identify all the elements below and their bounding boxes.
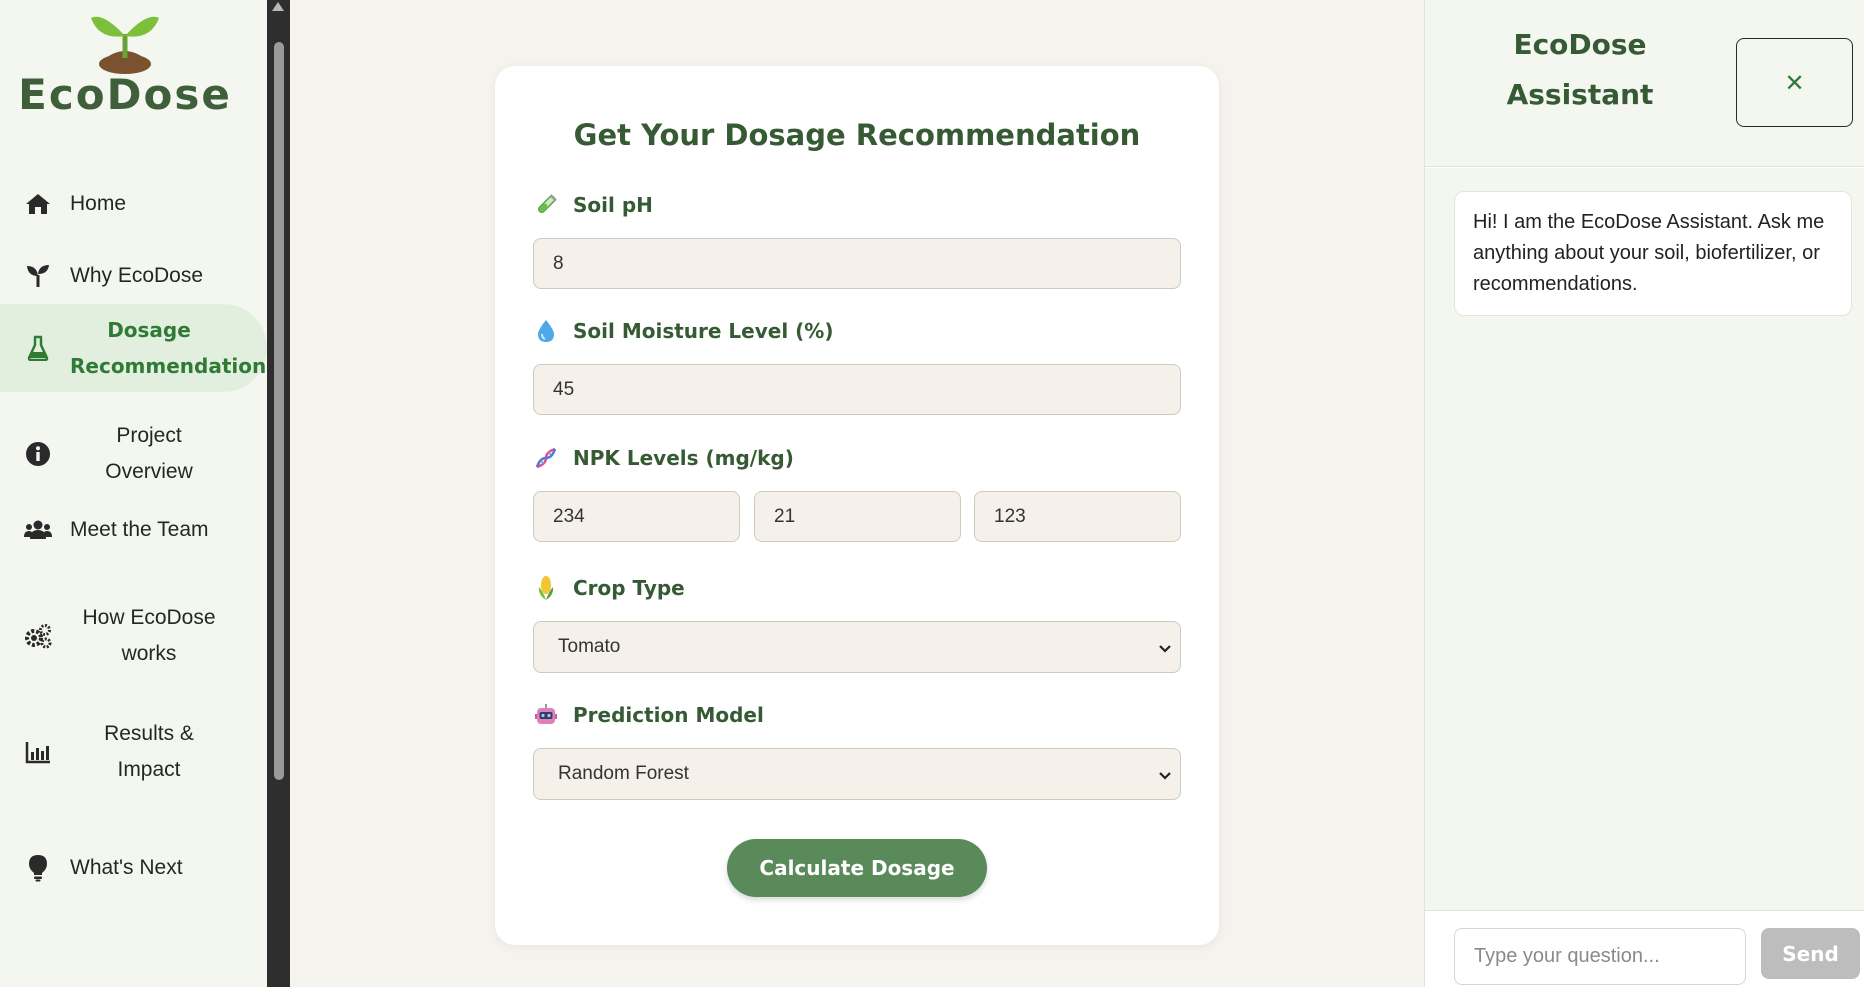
- calculate-dosage-button[interactable]: Calculate Dosage: [727, 839, 987, 897]
- npk-levels-label: NPK Levels (mg/kg): [533, 445, 794, 471]
- scroll-up-arrow-icon[interactable]: [272, 2, 284, 11]
- home-icon: [24, 190, 52, 218]
- prediction-model-selected-value: Random Forest: [558, 763, 689, 784]
- close-icon: ✕: [1784, 68, 1805, 97]
- crop-type-selected-value: Tomato: [558, 636, 621, 657]
- npk-k-input[interactable]: 123: [974, 491, 1181, 542]
- send-button[interactable]: Send: [1761, 928, 1860, 979]
- sidebar-item-label: How EcoDose works: [70, 600, 228, 672]
- question-input[interactable]: Type your question...: [1454, 928, 1746, 985]
- info-icon: [24, 440, 52, 468]
- sidebar-item-label-line2: Impact: [117, 758, 181, 781]
- sprout-icon: [24, 262, 52, 290]
- sidebar-item-label: Project Overview: [70, 418, 228, 490]
- sidebar: EcoDose Home Why EcoDose Dosage Recommen…: [0, 0, 267, 987]
- sidebar-item-label: Dosage Recommendation: [70, 312, 266, 384]
- soil-moisture-value: 45: [553, 378, 575, 400]
- npk-k-value: 123: [994, 505, 1026, 527]
- corn-icon: [533, 575, 559, 601]
- crop-type-label: Crop Type: [533, 575, 685, 601]
- sidebar-scrollbar[interactable]: [267, 0, 290, 987]
- npk-n-input[interactable]: 234: [533, 491, 740, 542]
- sidebar-item-label-line1: Project: [116, 424, 182, 447]
- sidebar-item-label: Meet the Team: [70, 518, 209, 541]
- robot-icon: [533, 702, 559, 728]
- assistant-greeting-message: Hi! I am the EcoDose Assistant. Ask me a…: [1454, 191, 1852, 316]
- sidebar-item-label-line2: Overview: [105, 460, 193, 483]
- test-tube-icon: [533, 192, 559, 218]
- dosage-form-card: Get Your Dosage Recommendation Soil pH 8…: [495, 66, 1219, 945]
- assistant-input-bar: Type your question... Send: [1425, 910, 1864, 987]
- sidebar-item-how-ecodose-works[interactable]: How EcoDose works: [0, 598, 267, 674]
- page-title: Get Your Dosage Recommendation: [573, 118, 1141, 152]
- assistant-title-line1: EcoDose: [1513, 28, 1647, 61]
- scroll-thumb[interactable]: [274, 42, 284, 780]
- chevron-down-icon: [1158, 767, 1172, 789]
- crop-type-label-text: Crop Type: [573, 576, 685, 600]
- sidebar-item-results-impact[interactable]: Results & Impact: [0, 714, 267, 790]
- sidebar-item-label-line2: works: [121, 642, 177, 665]
- assistant-title-line2: Assistant: [1506, 78, 1654, 111]
- sidebar-item-label-line1: Dosage: [107, 318, 191, 342]
- sprout-logo-icon: [91, 16, 159, 74]
- npk-levels-label-text: NPK Levels (mg/kg): [573, 446, 794, 470]
- water-drop-icon: [533, 318, 559, 344]
- assistant-chat-body: Hi! I am the EcoDose Assistant. Ask me a…: [1425, 168, 1864, 910]
- flask-icon: [24, 334, 52, 362]
- sidebar-item-label-line2: Recommendation: [70, 354, 267, 378]
- team-icon: [24, 516, 52, 544]
- soil-ph-label-text: Soil pH: [573, 193, 653, 217]
- sidebar-item-home[interactable]: Home: [0, 184, 267, 224]
- assistant-header: EcoDose Assistant ✕: [1425, 0, 1864, 167]
- assistant-title: EcoDose Assistant: [1485, 20, 1675, 120]
- soil-ph-label: Soil pH: [533, 192, 653, 218]
- lightbulb-icon: [24, 854, 52, 882]
- sidebar-item-label-line1: Results &: [104, 722, 194, 745]
- sidebar-item-label-line1: How EcoDose: [82, 606, 216, 629]
- soil-moisture-label: Soil Moisture Level (%): [533, 318, 833, 344]
- npk-n-value: 234: [553, 505, 585, 527]
- soil-ph-value: 8: [553, 252, 564, 274]
- chart-icon: [24, 738, 52, 766]
- sidebar-item-why-ecodose[interactable]: Why EcoDose: [0, 256, 267, 296]
- soil-moisture-input[interactable]: 45: [533, 364, 1181, 415]
- dna-icon: [533, 445, 559, 471]
- question-input-placeholder: Type your question...: [1474, 945, 1660, 967]
- prediction-model-label-text: Prediction Model: [573, 703, 764, 727]
- assistant-panel: EcoDose Assistant ✕ Hi! I am the EcoDose…: [1424, 0, 1864, 987]
- sidebar-item-project-overview[interactable]: Project Overview: [0, 416, 267, 492]
- sidebar-item-label: Results & Impact: [70, 716, 228, 788]
- sidebar-item-whats-next[interactable]: What's Next: [0, 848, 267, 888]
- npk-p-input[interactable]: 21: [754, 491, 961, 542]
- sidebar-item-dosage-recommendation[interactable]: Dosage Recommendation: [0, 304, 267, 392]
- close-assistant-button[interactable]: ✕: [1736, 38, 1853, 127]
- prediction-model-label: Prediction Model: [533, 702, 764, 728]
- sidebar-item-label: Home: [70, 192, 127, 215]
- gears-icon: [24, 622, 52, 650]
- sidebar-item-label: What's Next: [70, 856, 183, 879]
- chevron-down-icon: [1158, 640, 1172, 662]
- crop-type-select[interactable]: Tomato: [533, 621, 1181, 673]
- soil-moisture-label-text: Soil Moisture Level (%): [573, 319, 834, 343]
- sidebar-item-label: Why EcoDose: [70, 264, 204, 287]
- prediction-model-select[interactable]: Random Forest: [533, 748, 1181, 800]
- brand-name: EcoDose: [18, 70, 232, 119]
- logo[interactable]: EcoDose: [0, 8, 250, 123]
- sidebar-item-meet-the-team[interactable]: Meet the Team: [0, 510, 267, 550]
- npk-p-value: 21: [774, 505, 796, 527]
- soil-ph-input[interactable]: 8: [533, 238, 1181, 289]
